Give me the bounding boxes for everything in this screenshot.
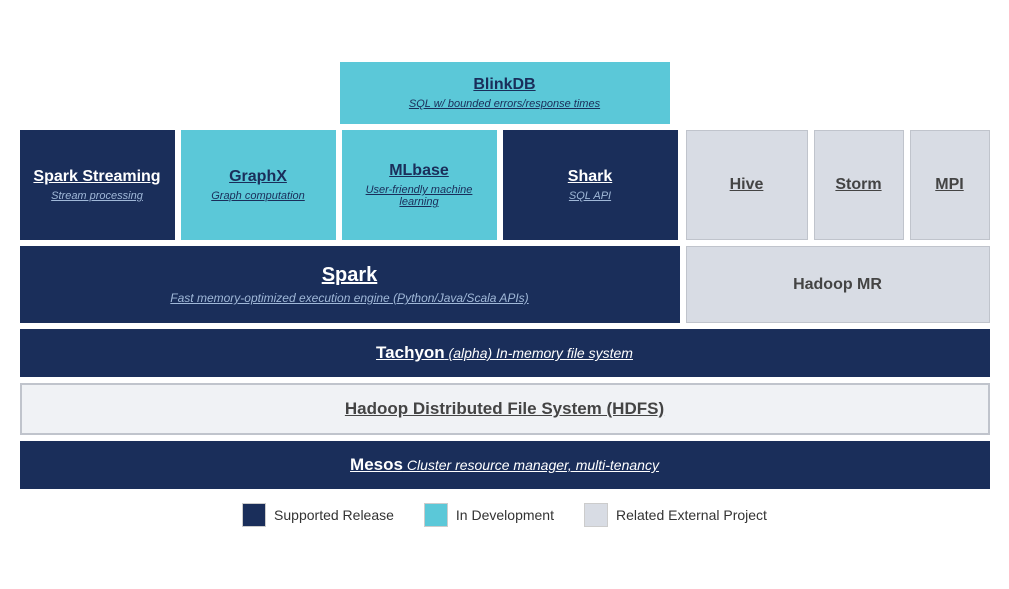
hive-title: Hive [730,176,764,194]
supported-label: Supported Release [274,507,394,523]
legend: Supported Release In Development Related… [20,503,990,527]
legend-development: In Development [424,503,554,527]
development-swatch [424,503,448,527]
tachyon-subtitle: (alpha) In-memory file system [445,345,633,361]
hdfs-box: Hadoop Distributed File System (HDFS) [20,383,990,435]
tachyon-text: Tachyon (alpha) In-memory file system [376,343,633,362]
mesos-subtitle: Cluster resource manager, multi-tenancy [403,457,659,473]
shark-subtitle: SQL API [569,190,611,202]
mesos-box: Mesos Cluster resource manager, multi-te… [20,441,990,489]
spark-section: Spark Fast memory-optimized execution en… [20,246,990,323]
mesos-row: Mesos Cluster resource manager, multi-te… [20,441,990,489]
mpi-box: MPI [910,130,990,240]
blinkdb-title: BlinkDB [473,76,535,94]
hdfs-title: Hadoop Distributed File System (HDFS) [345,399,664,418]
mesos-title: Mesos [350,455,403,474]
external-label: Related External Project [616,507,767,523]
spark-subtitle: Fast memory-optimized execution engine (… [40,291,660,305]
spark-streaming-title: Spark Streaming [33,168,160,186]
hive-box: Hive [686,130,808,240]
mlbase-subtitle: User-friendly machine learning [352,184,487,208]
blinkdb-subtitle: SQL w/ bounded errors/response times [409,98,600,110]
graphx-subtitle: Graph computation [211,190,305,202]
mlbase-title: MLbase [389,162,449,180]
mlbase-box: MLbase User-friendly machine learning [342,130,497,240]
mpi-title: MPI [935,176,963,194]
supported-swatch [242,503,266,527]
spark-streaming-box: Spark Streaming Stream processing [20,130,175,240]
middle-row: Spark Streaming Stream processing GraphX… [20,130,990,240]
shark-title: Shark [568,168,612,186]
storm-title: Storm [835,176,881,194]
right-group: Hive Storm MPI [686,130,990,240]
graphx-title: GraphX [229,168,287,186]
blinkdb-box: BlinkDB SQL w/ bounded errors/response t… [340,62,670,124]
shark-box: Shark SQL API [503,130,678,240]
tachyon-box: Tachyon (alpha) In-memory file system [20,329,990,377]
spark-streaming-subtitle: Stream processing [51,190,143,202]
architecture-diagram: BlinkDB SQL w/ bounded errors/response t… [20,62,990,527]
left-group: Spark Streaming Stream processing GraphX… [20,130,680,240]
spark-box: Spark Fast memory-optimized execution en… [20,246,680,323]
tachyon-title: Tachyon [376,343,445,362]
development-label: In Development [456,507,554,523]
spark-title: Spark [40,264,660,287]
blinkdb-row: BlinkDB SQL w/ bounded errors/response t… [20,62,990,124]
tachyon-row: Tachyon (alpha) In-memory file system [20,329,990,377]
storm-box: Storm [814,130,904,240]
external-swatch [584,503,608,527]
legend-external: Related External Project [584,503,767,527]
hdfs-row: Hadoop Distributed File System (HDFS) [20,383,990,435]
graphx-box: GraphX Graph computation [181,130,336,240]
hadoop-mr-title: Hadoop MR [793,276,882,294]
legend-supported: Supported Release [242,503,394,527]
hadoop-mr-box: Hadoop MR [686,246,990,323]
